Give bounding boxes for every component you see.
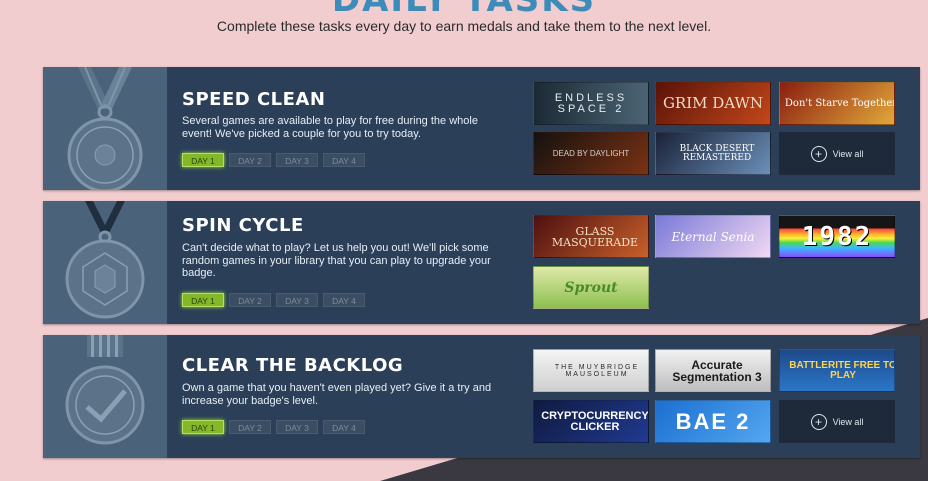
view-all-button[interactable]: + View all bbox=[779, 132, 895, 175]
task-card-speed-clean: SPEED CLEAN Several games are available … bbox=[43, 67, 920, 190]
game-title: BLACK DESERT REMASTERED bbox=[679, 143, 755, 163]
view-all-label: View all bbox=[832, 416, 864, 427]
medal-panel bbox=[43, 201, 167, 324]
task-card-spin-cycle: SPIN CYCLE Can't decide what to play? Le… bbox=[43, 201, 920, 324]
page-title: DAILY TASKS bbox=[331, 0, 597, 20]
day-1-badge: DAY 1 bbox=[182, 420, 224, 434]
game-title: GRIM DAWN bbox=[662, 94, 764, 112]
game-title: Eternal Senia bbox=[671, 229, 755, 244]
game-title: GLASS MASQUERADE bbox=[551, 224, 639, 249]
game-title: BAE 2 bbox=[675, 408, 751, 434]
day-3-badge: DAY 3 bbox=[276, 293, 318, 307]
medal-icon bbox=[65, 335, 145, 445]
game-title: CRYPTOCURRENCY CLICKER bbox=[541, 409, 649, 433]
game-thumb-accurate-segmentation-3[interactable]: Accurate Segmentation 3 bbox=[655, 349, 771, 392]
game-thumb-black-desert[interactable]: BLACK DESERT REMASTERED bbox=[655, 132, 771, 175]
game-thumb-endless-space-2[interactable]: ENDLESS SPACE 2 bbox=[533, 82, 649, 125]
game-title: Accurate Segmentation 3 bbox=[672, 357, 762, 384]
game-thumb-bae-2[interactable]: BAE 2 bbox=[655, 400, 771, 443]
day-4-badge: DAY 4 bbox=[323, 153, 365, 167]
game-title: Sprout bbox=[564, 279, 618, 296]
medal-icon bbox=[65, 201, 145, 319]
day-1-badge: DAY 1 bbox=[182, 293, 224, 307]
game-thumb-cryptocurrency-clicker[interactable]: CRYPTOCURRENCY CLICKER bbox=[533, 400, 649, 443]
day-4-badge: DAY 4 bbox=[323, 420, 365, 434]
game-title: THE MUYBRIDGE MAUSOLEUM bbox=[554, 363, 640, 378]
medal-panel bbox=[43, 67, 167, 190]
medal-icon bbox=[67, 67, 143, 190]
day-progress: DAY 1 DAY 2 DAY 3 DAY 4 bbox=[182, 420, 365, 434]
view-all-label: View all bbox=[832, 148, 864, 159]
day-3-badge: DAY 3 bbox=[276, 153, 318, 167]
game-thumb-dead-by-daylight[interactable]: DEAD BY DAYLIGHT bbox=[533, 132, 649, 175]
page-subtitle: Complete these tasks every day to earn m… bbox=[216, 18, 712, 34]
task-title: SPEED CLEAN bbox=[182, 89, 326, 110]
game-thumb-muybridge-mausoleum[interactable]: THE MUYBRIDGE MAUSOLEUM bbox=[533, 349, 649, 392]
game-title: Don't Starve Together bbox=[784, 97, 895, 109]
day-3-badge: DAY 3 bbox=[276, 420, 318, 434]
game-title: DEAD BY DAYLIGHT bbox=[552, 148, 630, 158]
view-all-button[interactable]: + View all bbox=[779, 400, 895, 443]
day-progress: DAY 1 DAY 2 DAY 3 DAY 4 bbox=[182, 293, 365, 307]
day-2-badge: DAY 2 bbox=[229, 153, 271, 167]
game-thumb-grim-dawn[interactable]: GRIM DAWN bbox=[655, 82, 771, 125]
day-2-badge: DAY 2 bbox=[229, 293, 271, 307]
game-thumb-eternal-senia[interactable]: Eternal Senia bbox=[655, 215, 771, 258]
game-title: ENDLESS SPACE 2 bbox=[554, 91, 628, 115]
task-description: Own a game that you haven't even played … bbox=[182, 382, 492, 407]
task-description: Several games are available to play for … bbox=[182, 115, 478, 140]
task-description: Can't decide what to play? Let us help y… bbox=[182, 242, 491, 279]
day-4-badge: DAY 4 bbox=[323, 293, 365, 307]
task-title: CLEAR THE BACKLOG bbox=[182, 355, 404, 376]
plus-circle-icon: + bbox=[810, 145, 827, 162]
game-title: BATTLERITE FREE TO PLAY bbox=[789, 359, 895, 381]
game-thumb-glass-masquerade[interactable]: GLASS MASQUERADE bbox=[533, 215, 649, 258]
plus-circle-icon: + bbox=[810, 413, 827, 430]
task-title: SPIN CYCLE bbox=[182, 215, 304, 236]
day-1-badge: DAY 1 bbox=[182, 153, 224, 167]
day-2-badge: DAY 2 bbox=[229, 420, 271, 434]
game-thumb-battlerite[interactable]: BATTLERITE FREE TO PLAY bbox=[779, 349, 895, 392]
game-thumb-1982[interactable]: 1982 bbox=[779, 215, 895, 258]
game-title: 1982 bbox=[801, 221, 873, 252]
medal-panel bbox=[43, 335, 167, 458]
game-thumb-dont-starve-together[interactable]: Don't Starve Together bbox=[779, 82, 895, 125]
game-thumb-sprout[interactable]: Sprout bbox=[533, 266, 649, 309]
task-card-clear-the-backlog: CLEAR THE BACKLOG Own a game that you ha… bbox=[43, 335, 920, 458]
day-progress: DAY 1 DAY 2 DAY 3 DAY 4 bbox=[182, 153, 365, 167]
